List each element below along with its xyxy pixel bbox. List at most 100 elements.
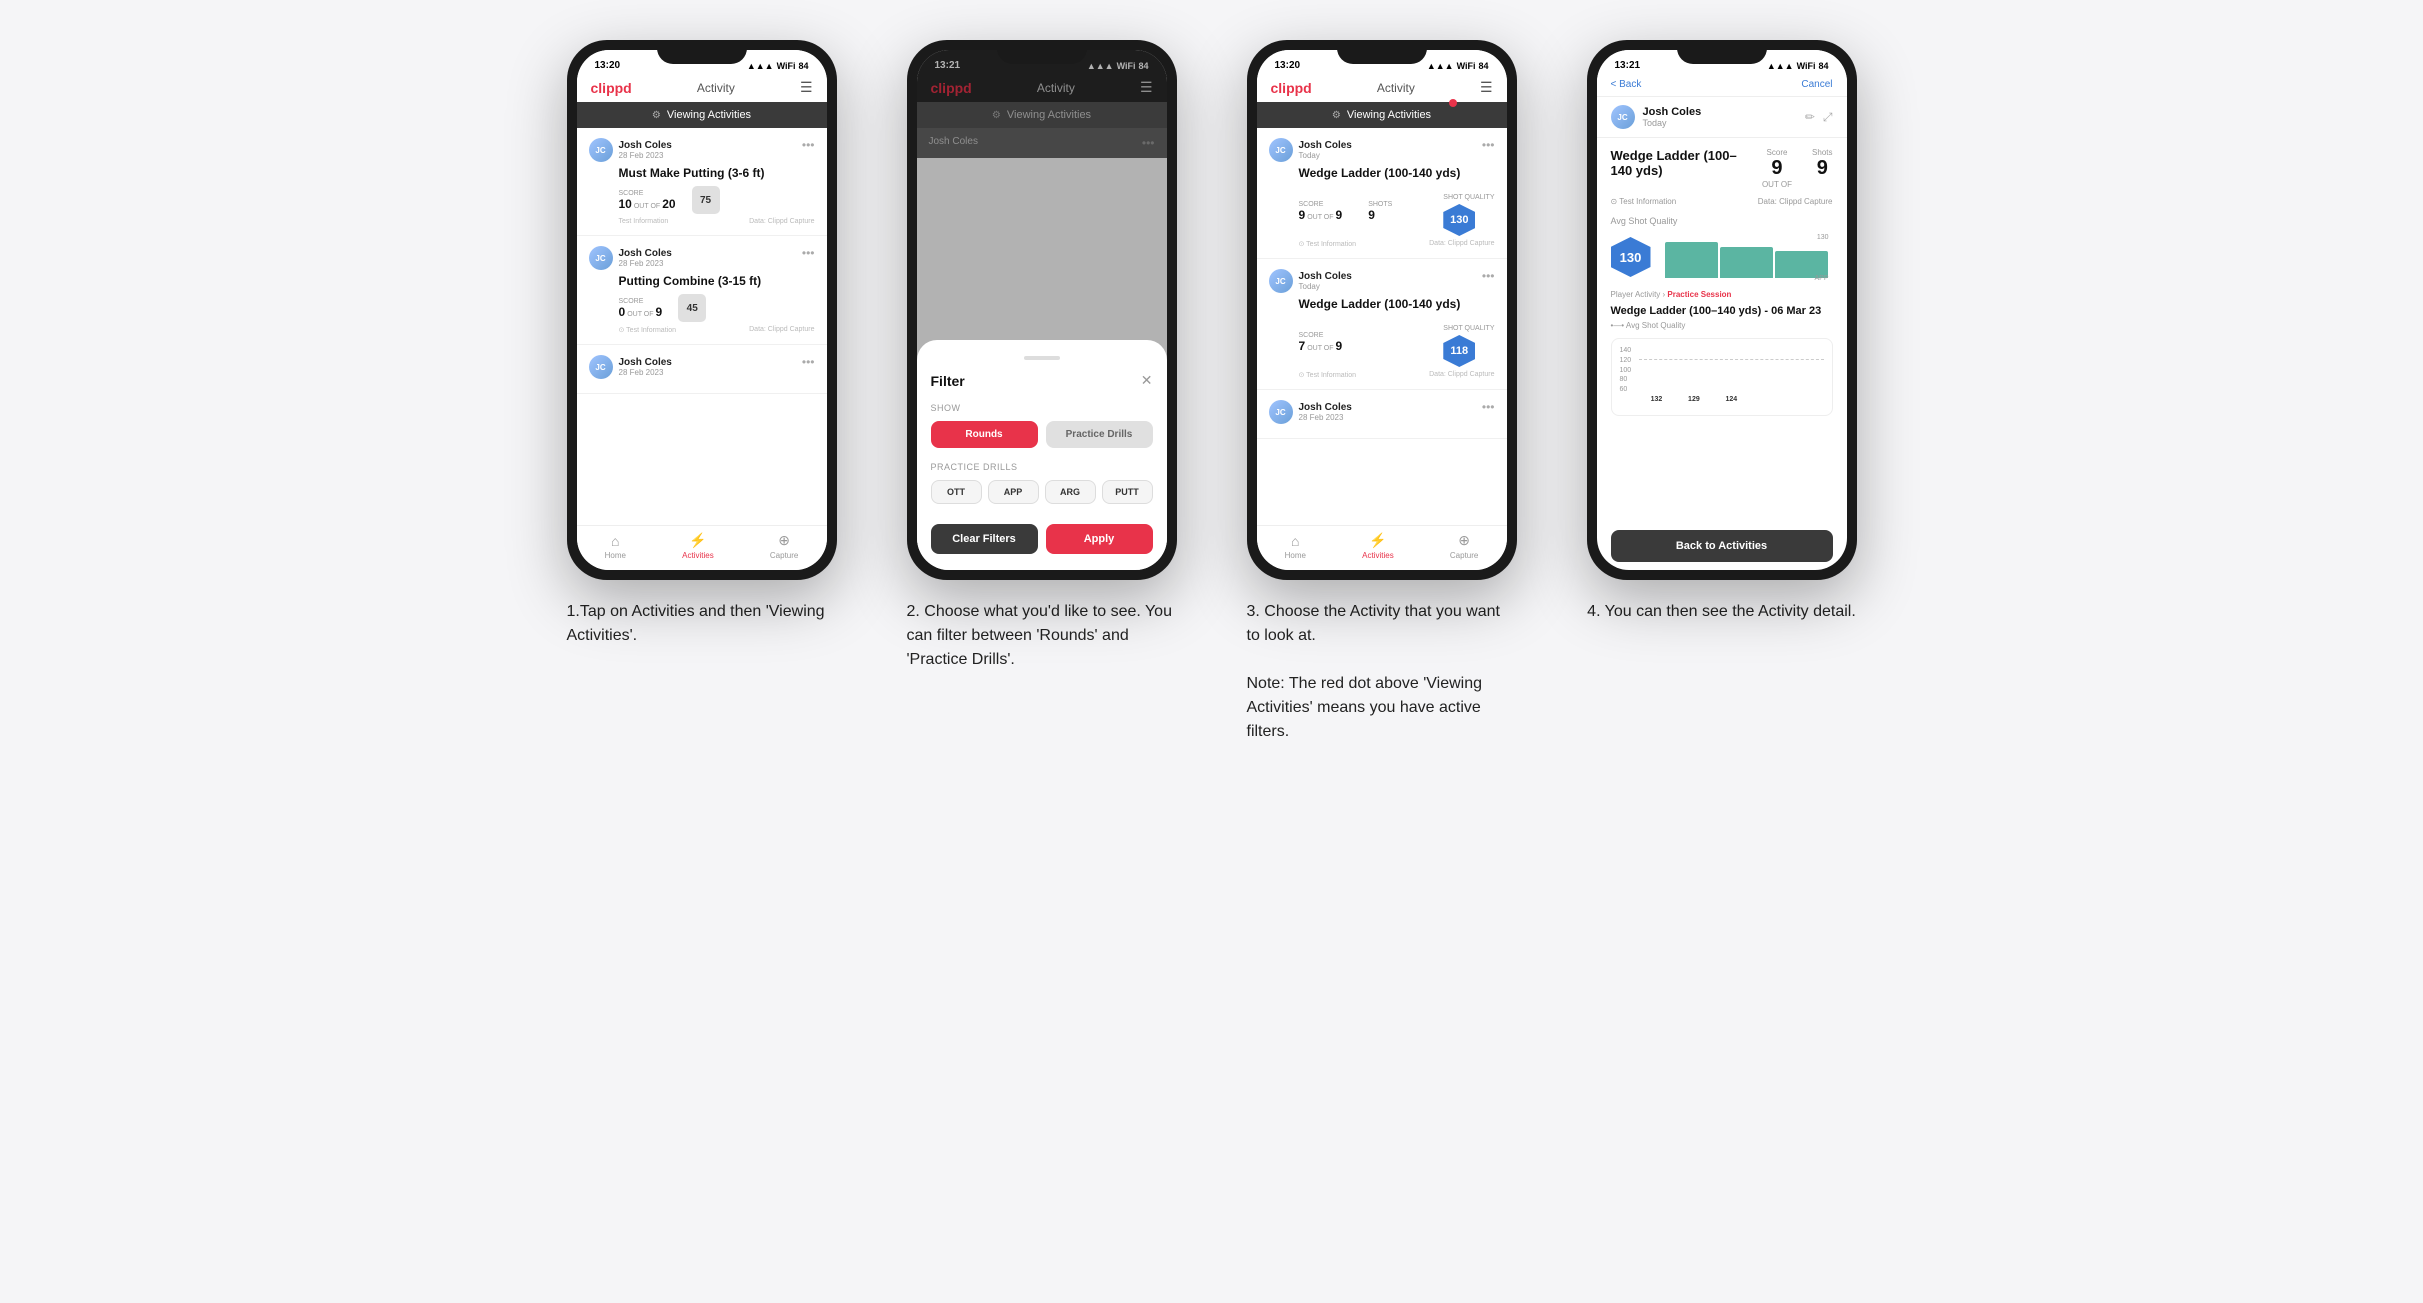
hex-badge-4: 130 (1611, 237, 1651, 277)
score-value-2: 0 OUT OF 9 (619, 305, 663, 319)
back-button-4[interactable]: < Back (1611, 79, 1642, 90)
activity-card-3[interactable]: JC Josh Coles 28 Feb 2023 ••• (577, 345, 827, 394)
chart-label-top-4: 130 (1817, 234, 1829, 241)
bar-item-3-4: 124 (1714, 396, 1748, 407)
phone-2: 13:21 ▲▲▲ WiFi 84 clippd Activity ☰ (907, 40, 1177, 580)
bottom-nav-3: ⌂ Home ⚡ Activities ⊕ Capture (1257, 525, 1507, 570)
user-meta-3: Josh Coles 28 Feb 2023 (619, 357, 672, 377)
detail-user-section-4: JC Josh Coles Today ✏ ⤢ (1597, 97, 1847, 138)
hamburger-icon-3[interactable]: ☰ (1480, 79, 1493, 96)
user-meta-4: Josh Coles Today (1643, 106, 1702, 128)
caption-3-note: Note: The red dot above 'Viewing Activit… (1247, 672, 1517, 744)
more-dots-3a[interactable]: ••• (1482, 138, 1495, 152)
edit-icon-4[interactable]: ✏ (1805, 110, 1815, 125)
activity-card-3a[interactable]: JC Josh Coles Today ••• Wedge Ladder (10… (1257, 128, 1507, 259)
user-date-2: 28 Feb 2023 (619, 259, 672, 268)
nav-activities-3[interactable]: ⚡ Activities (1362, 532, 1394, 560)
drill-putt-2[interactable]: PUTT (1102, 480, 1153, 504)
more-dots-2[interactable]: ••• (802, 246, 815, 260)
nav-home-1[interactable]: ⌂ Home (605, 533, 626, 560)
card-header-3c: JC Josh Coles 28 Feb 2023 ••• (1269, 400, 1495, 424)
close-button-2[interactable]: ✕ (1141, 372, 1153, 389)
bar-item-2-4: 129 (1677, 396, 1711, 407)
pa-label-4: Player Activity › Practice Session (1611, 290, 1833, 299)
nav-capture-3[interactable]: ⊕ Capture (1450, 532, 1478, 560)
user-info-3c: JC Josh Coles 28 Feb 2023 (1269, 400, 1352, 424)
activity-title-1: Must Make Putting (3-6 ft) (589, 166, 815, 180)
app-nav-title-3: Activity (1377, 81, 1415, 95)
wifi-icon-1: WiFi (777, 61, 796, 71)
status-time-1: 13:20 (595, 60, 621, 71)
stats-row-1: Score 10 OUT OF 20 75 (589, 186, 815, 214)
avatar-1: JC (589, 138, 613, 162)
phone-screen-3: 13:20 ▲▲▲ WiFi 84 clippd Activity ☰ ⚙ Vi… (1257, 50, 1507, 570)
avatar-4: JC (1611, 105, 1635, 129)
sq-badge-3a: 130 (1443, 204, 1475, 236)
stat-score-3a: Score 9 OUT OF 9 (1299, 201, 1343, 222)
banner-text-3: Viewing Activities (1347, 109, 1431, 121)
user-info-2: JC Josh Coles 28 Feb 2023 (589, 246, 672, 270)
more-dots-3b[interactable]: ••• (1482, 269, 1495, 283)
more-dots-3[interactable]: ••• (802, 355, 815, 369)
app-logo-3: clippd (1271, 80, 1312, 96)
home-label-3: Home (1285, 551, 1306, 560)
sq-badge-1: 75 (692, 186, 720, 214)
drills-label-2: Practice Drills (931, 462, 1153, 472)
drill-ott-2[interactable]: OTT (931, 480, 982, 504)
user-name-3: Josh Coles (619, 357, 672, 368)
user-meta-2: Josh Coles 28 Feb 2023 (619, 248, 672, 268)
more-dots-1[interactable]: ••• (802, 138, 815, 152)
nav-home-3[interactable]: ⌂ Home (1285, 533, 1306, 560)
drill-app-2[interactable]: APP (988, 480, 1039, 504)
user-info-3a: JC Josh Coles Today (1269, 138, 1352, 162)
viewing-banner-1[interactable]: ⚙ Viewing Activities (577, 102, 827, 128)
banner-text-1: Viewing Activities (667, 109, 751, 121)
signal-icon-3: ▲▲▲ (1427, 61, 1454, 71)
user-date-3c: 28 Feb 2023 (1299, 413, 1352, 422)
filter-btn-row-2: Rounds Practice Drills (931, 421, 1153, 448)
card-header-3a: JC Josh Coles Today ••• (1269, 138, 1495, 162)
avg-section-4: Avg Shot Quality 130 130 APP (1611, 216, 1833, 282)
pa-link-4[interactable]: Practice Session (1667, 290, 1731, 299)
signal-icon-4: ▲▲▲ (1767, 61, 1794, 71)
back-to-activities-4[interactable]: Back to Activities (1611, 530, 1833, 562)
stat-score-2: Score 0 OUT OF 9 (619, 298, 663, 319)
filter-sheet-2: Filter ✕ Show Rounds Practice Drills Pra… (917, 340, 1167, 570)
wifi-icon-3: WiFi (1457, 61, 1476, 71)
practice-drills-btn-2[interactable]: Practice Drills (1046, 421, 1153, 448)
data-source-2: Data: Clippd Capture (749, 326, 814, 334)
clear-filters-btn-2[interactable]: Clear Filters (931, 524, 1038, 554)
drill-arg-2[interactable]: ARG (1045, 480, 1096, 504)
nav-capture-1[interactable]: ⊕ Capture (770, 532, 798, 560)
card-header-1: JC Josh Coles 28 Feb 2023 ••• (589, 138, 815, 162)
viewing-banner-3[interactable]: ⚙ Viewing Activities (1257, 102, 1507, 128)
phone-4: 13:21 ▲▲▲ WiFi 84 < Back Cancel (1587, 40, 1857, 580)
activities-icon-3: ⚡ (1369, 532, 1386, 549)
user-name-2: Josh Coles (619, 248, 672, 259)
score-col-4: Score 9 OUT OF (1762, 148, 1792, 189)
rounds-btn-2[interactable]: Rounds (931, 421, 1038, 448)
activity-card-1[interactable]: JC Josh Coles 28 Feb 2023 ••• Must Make … (577, 128, 827, 236)
activity-card-3b[interactable]: JC Josh Coles Today ••• Wedge Ladder (10… (1257, 259, 1507, 390)
more-dots-3c[interactable]: ••• (1482, 400, 1495, 414)
data-source-1: Data: Clippd Capture (749, 218, 814, 225)
nav-activities-1[interactable]: ⚡ Activities (682, 532, 714, 560)
expand-icon-4[interactable]: ⤢ (1823, 110, 1833, 125)
stats-row-2: Score 0 OUT OF 9 45 (589, 294, 815, 322)
signal-icon-1: ▲▲▲ (747, 61, 774, 71)
phone-column-1: 13:20 ▲▲▲ WiFi 84 clippd Activity ☰ ⚙ (552, 40, 852, 744)
sq-badge-2: 45 (678, 294, 706, 322)
cancel-button-4[interactable]: Cancel (1801, 79, 1832, 90)
capture-icon-3: ⊕ (1458, 532, 1470, 549)
user-info-1: JC Josh Coles 28 Feb 2023 (589, 138, 672, 162)
y-axis-4: 140 120 100 80 60 (1620, 347, 1632, 407)
mini-bar-chart-4: 130 APP (1661, 232, 1833, 282)
activity-card-2[interactable]: JC Josh Coles 28 Feb 2023 ••• Putting Co… (577, 236, 827, 345)
apply-btn-2[interactable]: Apply (1046, 524, 1153, 554)
phone-1: 13:20 ▲▲▲ WiFi 84 clippd Activity ☰ ⚙ (567, 40, 837, 580)
activity-card-3c[interactable]: JC Josh Coles 28 Feb 2023 ••• (1257, 390, 1507, 439)
phone-screen-4: 13:21 ▲▲▲ WiFi 84 < Back Cancel (1597, 50, 1847, 570)
hamburger-icon-1[interactable]: ☰ (800, 79, 813, 96)
bar-item-4-4 (1752, 403, 1786, 407)
app-nav-1: clippd Activity ☰ (577, 73, 827, 102)
